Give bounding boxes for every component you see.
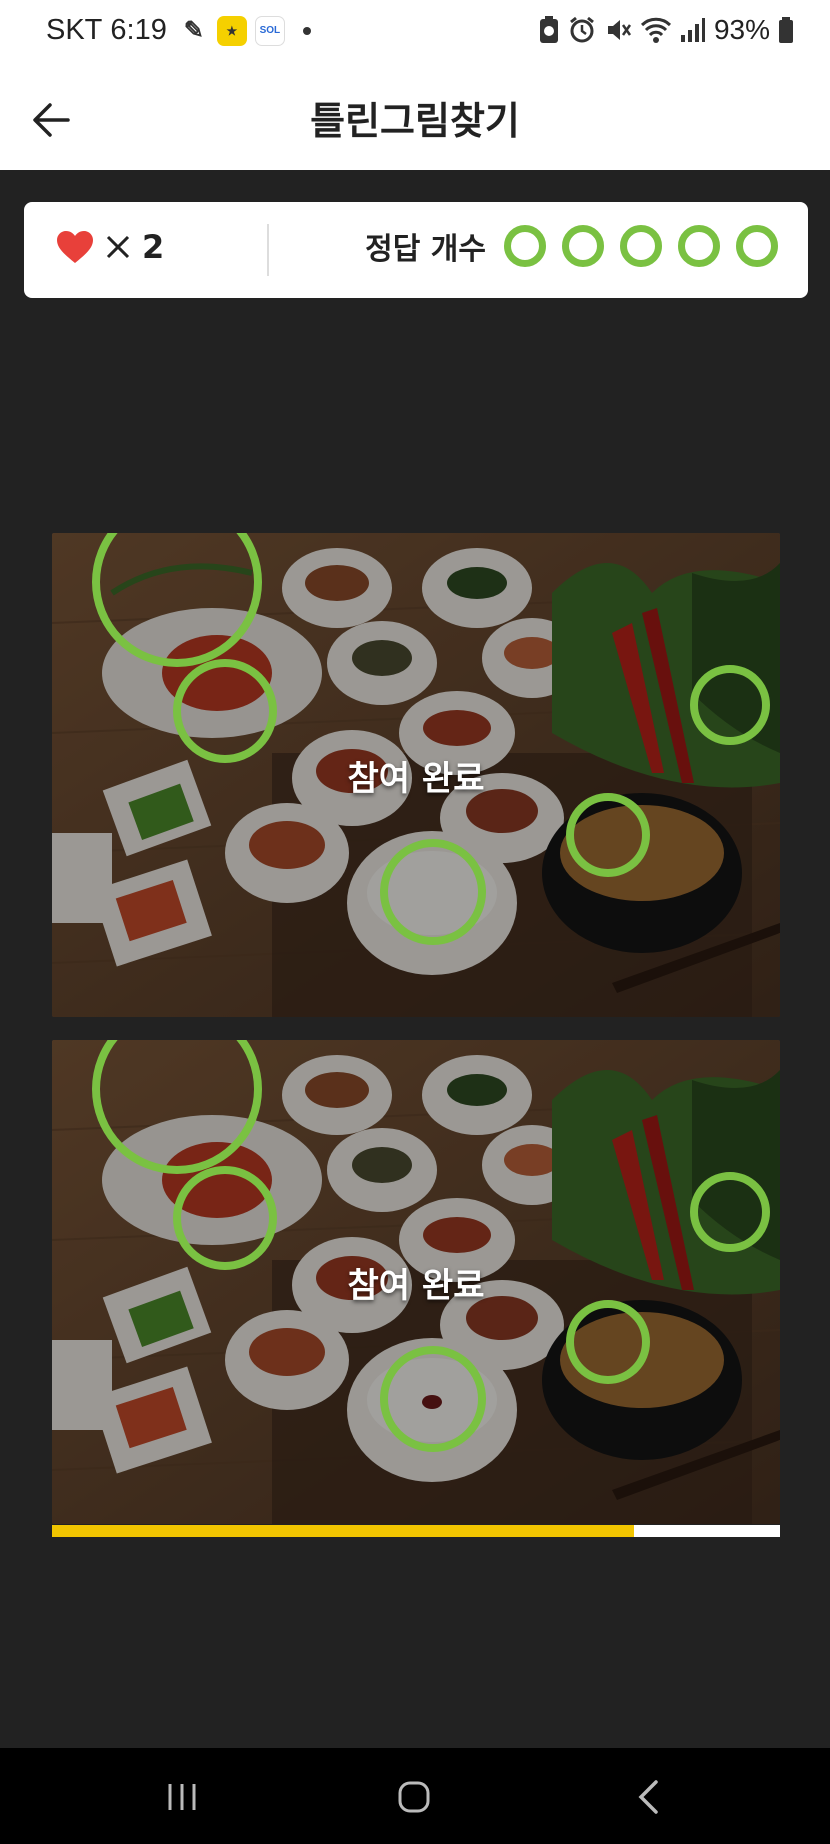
chevron-left-icon — [638, 1780, 658, 1814]
back-nav-button[interactable] — [618, 1772, 678, 1822]
answer-indicator-3 — [620, 225, 662, 267]
found-difference-marker-2 — [173, 1166, 277, 1270]
wifi-icon — [640, 16, 672, 44]
score-card: 2 정답 개수 — [24, 202, 808, 298]
completed-label: 참여 완료 — [347, 1266, 485, 1306]
answer-indicator-5 — [736, 225, 778, 267]
found-difference-marker-4 — [566, 793, 650, 877]
more-notifications-dot — [302, 26, 311, 35]
app-bar: 틀린그림찾기 — [0, 70, 830, 170]
sol-bank-icon: SOL — [254, 15, 285, 46]
found-difference-marker-3 — [380, 1346, 486, 1452]
found-difference-marker-3 — [380, 839, 486, 945]
clock: 6:19 — [110, 14, 167, 46]
system-nav-bar — [0, 1748, 830, 1844]
timer-progress-bar — [52, 1525, 780, 1537]
heart-count: 2 — [142, 228, 165, 266]
multiply-icon — [106, 235, 130, 259]
answer-indicator-4 — [678, 225, 720, 267]
recent-apps-button[interactable] — [152, 1772, 212, 1822]
status-right: 93% — [538, 14, 794, 46]
battery-saver-icon — [538, 15, 560, 45]
carrier-label: SKT — [46, 14, 103, 46]
answer-count-label: 정답 개수 — [365, 232, 486, 267]
page-title: 틀린그림찾기 — [310, 99, 520, 143]
status-left: SKT 6:19 ✎ ★ SOL — [46, 14, 311, 47]
completed-label: 참여 완료 — [347, 759, 485, 799]
divider — [267, 224, 269, 276]
found-difference-marker-4 — [566, 1300, 650, 1384]
battery-label: 93% — [713, 14, 770, 45]
found-difference-marker-2 — [173, 659, 277, 763]
found-difference-marker-5 — [690, 665, 770, 745]
yellow-app-icon: ★ — [216, 15, 247, 46]
lives-counter: 2 — [56, 228, 164, 266]
home-icon — [398, 1781, 430, 1813]
heart-icon — [57, 231, 93, 263]
signal-icon — [680, 17, 706, 43]
battery-icon — [778, 16, 794, 44]
notification-icons: ✎ ★ SOL — [179, 15, 311, 46]
home-button[interactable] — [384, 1772, 444, 1822]
timer-progress-fill — [52, 1525, 635, 1537]
answer-indicator-2 — [562, 225, 604, 267]
answer-counter: 정답 개수 — [365, 224, 778, 268]
answer-indicator-1 — [504, 225, 546, 267]
status-bar: SKT 6:19 ✎ ★ SOL 93% — [0, 0, 830, 70]
puzzle-image-modified[interactable]: 참여 완료 — [52, 1040, 780, 1524]
puzzle-image-original[interactable]: 참여 완료 — [52, 533, 780, 1017]
found-difference-marker-5 — [690, 1172, 770, 1252]
alarm-icon — [568, 16, 596, 44]
recent-apps-icon — [168, 1784, 196, 1810]
mute-icon — [604, 16, 632, 44]
pen-icon: ✎ — [183, 17, 204, 44]
